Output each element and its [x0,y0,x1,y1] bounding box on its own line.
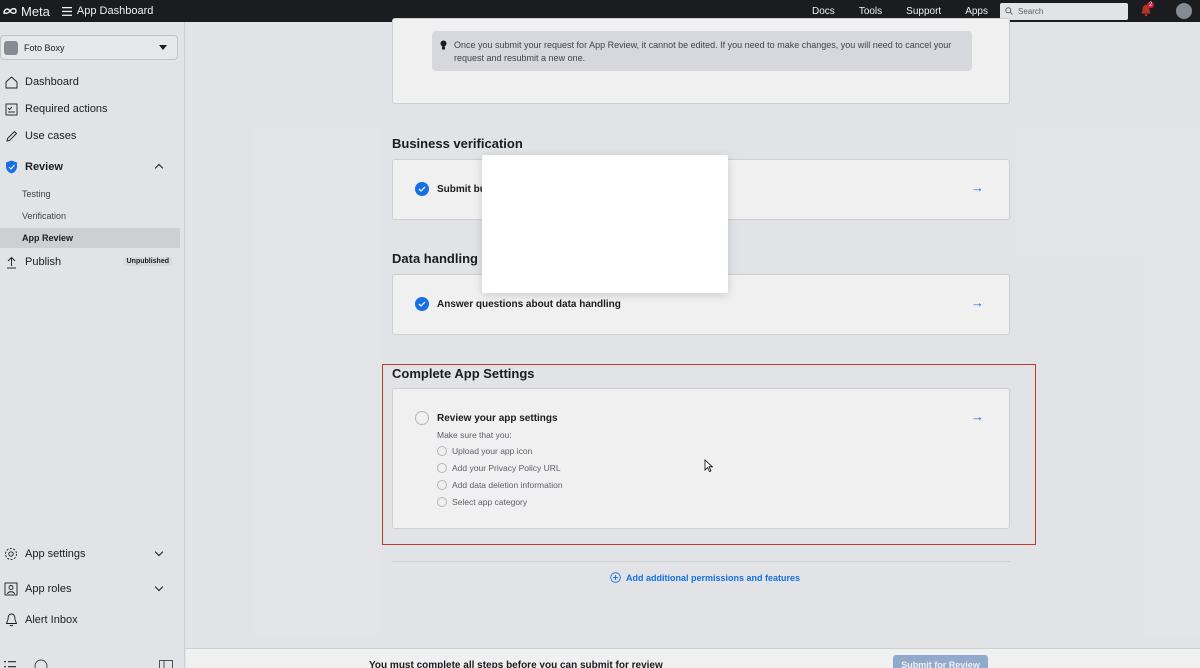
app-dashboard-menu[interactable]: App Dashboard [61,5,154,17]
app-selector-dropdown[interactable]: Foto Boxy [0,35,178,60]
info-text: Once you submit your request for App Rev… [454,40,952,63]
sidebar-item-label: Required actions [25,103,108,115]
check-complete-icon [415,297,429,311]
sidebar-item-app-settings[interactable]: App settings [0,544,180,564]
shield-check-icon [3,159,19,175]
chevron-down-icon [154,582,164,592]
business-item-label: Submit bu [437,184,486,195]
support-link[interactable]: Support [906,6,941,17]
brand-name: Meta [21,3,50,19]
sidebar-item-label: Dashboard [25,76,79,88]
docs-link[interactable]: Docs [812,6,835,17]
sidebar-item-label: Publish [25,256,62,268]
main-content: Once you submit your request for App Rev… [186,18,1200,648]
search-placeholder: Search [1018,6,1044,16]
list-icon[interactable] [4,661,16,668]
lightbulb-icon [440,40,447,50]
sidebar-item-dashboard[interactable]: Dashboard [0,72,180,92]
user-avatar[interactable] [1176,3,1192,19]
unpublished-badge: Unpublished [123,257,172,266]
plus-circle-icon [610,572,621,583]
submit-for-review-button[interactable]: Submit for Review [893,655,988,668]
info-notice: Once you submit your request for App Rev… [432,31,972,71]
data-handling-item-label: Answer questions about data handling [437,299,621,310]
app-name: Foto Boxy [24,42,65,53]
sidebar-item-label: App roles [25,583,72,595]
blank-modal-dialog[interactable] [482,155,728,293]
submit-footer: You must complete all steps before you c… [186,648,1200,668]
meta-logo[interactable]: Meta [0,4,50,19]
arrow-right-icon[interactable]: → [971,295,984,310]
tools-link[interactable]: Tools [859,6,882,17]
sidebar: Foto Boxy Dashboard Required actions Use… [0,22,185,668]
app-dashboard-title: App Dashboard [76,5,154,17]
app-icon [4,40,18,55]
chevron-up-icon [154,163,164,173]
chevron-down-icon [154,547,164,557]
add-permissions-link[interactable]: Add additional permissions and features [610,572,800,583]
sidebar-subitem-testing[interactable]: Testing [0,184,180,204]
upload-icon [3,254,19,270]
pencil-icon [3,128,19,144]
apps-link[interactable]: Apps [965,6,988,17]
bell-outline-icon [3,612,19,628]
sidebar-item-label: App settings [25,548,86,560]
sidebar-item-review[interactable]: Review [0,157,180,177]
data-handling-title: Data handling q [392,251,490,266]
sidebar-subitem-verification[interactable]: Verification [0,206,180,226]
checklist-icon [3,101,19,117]
sidebar-item-app-roles[interactable]: App roles [0,579,180,599]
highlight-box [382,364,1036,545]
notification-count: 2 [1147,2,1155,8]
sidebar-item-label: Alert Inbox [25,614,78,626]
hamburger-icon [61,6,72,16]
panel-toggle-icon[interactable] [159,660,173,668]
search-input[interactable]: Search [1000,2,1128,20]
business-verification-title: Business verification [392,136,523,151]
sidebar-item-publish[interactable]: Publish Unpublished [0,252,180,272]
user-roles-icon [3,581,19,597]
footer-message: You must complete all steps before you c… [369,660,663,668]
home-icon [3,74,19,90]
help-icon[interactable] [34,659,48,668]
sidebar-bottom-toolbar [0,656,185,668]
sidebar-item-use-cases[interactable]: Use cases [0,126,180,146]
add-permissions-label: Add additional permissions and features [626,572,801,583]
caret-down-icon [159,45,167,50]
meta-infinity-icon [3,8,17,15]
arrow-right-icon[interactable]: → [971,180,984,195]
sidebar-item-label: Use cases [25,130,77,142]
sidebar-item-required-actions[interactable]: Required actions [0,99,180,119]
gear-icon [3,546,19,562]
submission-info-card: Once you submit your request for App Rev… [392,18,1010,104]
mouse-cursor-icon [704,459,713,472]
sidebar-item-label: Review [25,161,63,173]
notifications-button[interactable]: 2 [1140,2,1155,18]
sidebar-item-alert-inbox[interactable]: Alert Inbox [0,610,180,630]
sidebar-subitem-app-review[interactable]: App Review [0,228,180,248]
divider [392,561,1010,562]
check-complete-icon [415,182,429,196]
search-icon [1005,7,1013,15]
